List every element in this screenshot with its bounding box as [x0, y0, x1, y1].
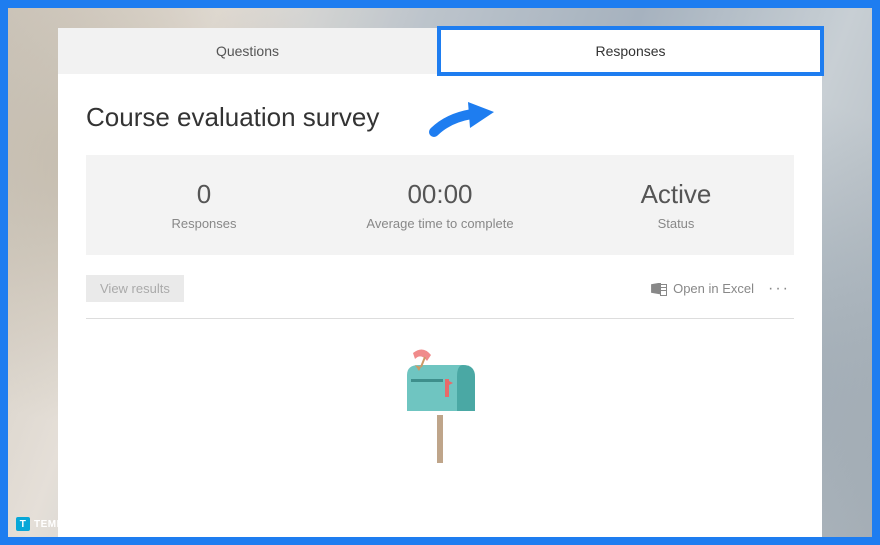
form-card: Questions Responses Course evaluation su… — [58, 28, 822, 537]
annotation-arrow-icon — [428, 98, 498, 138]
stat-avgtime-label: Average time to complete — [322, 216, 558, 231]
mailbox-icon — [385, 345, 495, 465]
stats-panel: 0 Responses 00:00 Average time to comple… — [86, 155, 794, 255]
more-options-button[interactable]: ··· — [764, 280, 794, 298]
frame-border: Questions Responses Course evaluation su… — [0, 0, 880, 545]
tab-responses-label: Responses — [595, 43, 665, 59]
stat-responses-value: 0 — [86, 179, 322, 210]
stat-status: Active Status — [558, 179, 794, 231]
stat-responses-label: Responses — [86, 216, 322, 231]
stat-avgtime: 00:00 Average time to complete — [322, 179, 558, 231]
stat-status-label: Status — [558, 216, 794, 231]
tab-questions[interactable]: Questions — [58, 28, 437, 74]
results-toolbar: View results Open in Excel ··· — [86, 275, 794, 319]
view-results-button[interactable]: View results — [86, 275, 184, 302]
open-in-excel-button[interactable]: Open in Excel — [651, 281, 754, 296]
watermark-text: TEMPLATE.NET — [34, 519, 116, 530]
tabs-bar: Questions Responses — [58, 28, 822, 74]
stat-status-value: Active — [558, 179, 794, 210]
excel-icon — [651, 282, 667, 296]
watermark: T TEMPLATE.NET — [16, 517, 116, 531]
stat-avgtime-value: 00:00 — [322, 179, 558, 210]
open-in-excel-label: Open in Excel — [673, 281, 754, 296]
stat-responses: 0 Responses — [86, 179, 322, 231]
tab-responses[interactable]: Responses — [437, 26, 824, 76]
empty-state-illustration — [86, 319, 794, 470]
watermark-logo-icon: T — [16, 517, 30, 531]
